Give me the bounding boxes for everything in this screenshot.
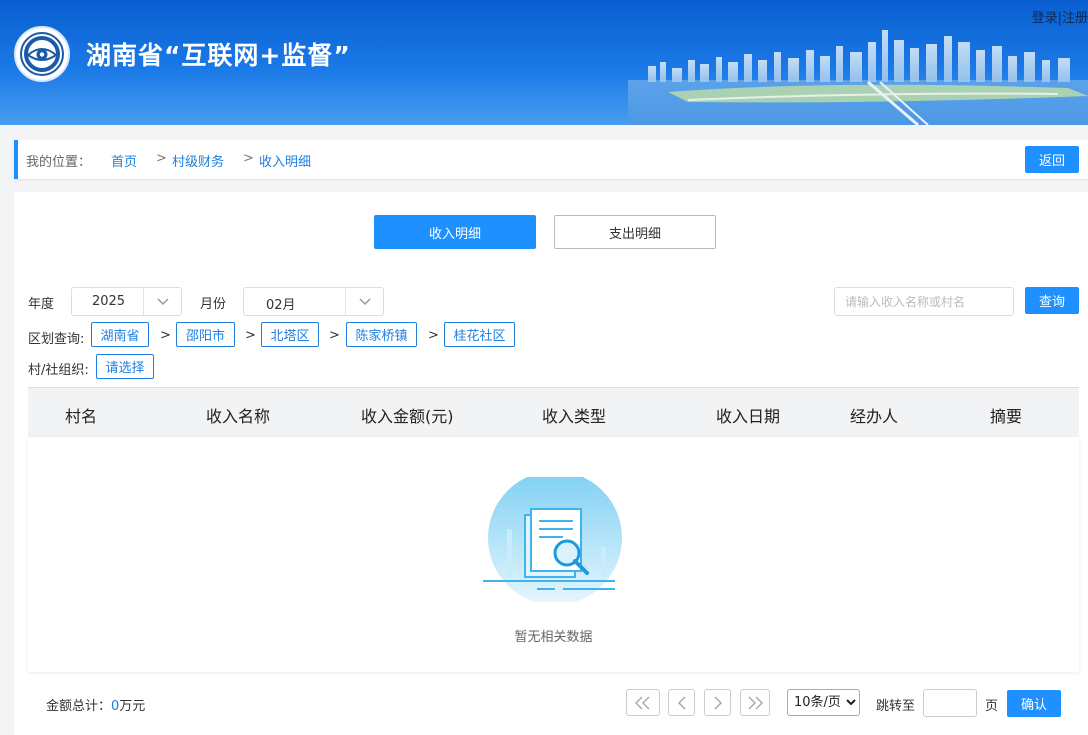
breadcrumb-village-finance[interactable]: 村级财务 [172,151,224,170]
search-input[interactable] [834,287,1014,316]
amount-total: 金额总计：0万元 [46,695,145,714]
tab-expense-detail[interactable]: 支出明细 [554,215,716,249]
query-button[interactable]: 查询 [1025,287,1079,314]
breadcrumb-separator: > [243,151,254,166]
breadcrumb-separator: > [156,151,167,166]
year-select[interactable]: 2025 [71,287,182,316]
month-label: 月份 [200,297,227,312]
tab-income-detail[interactable]: 收入明细 [374,215,536,249]
site-header: 湖南省“互联网+监督” 登录|注册 [0,0,1088,125]
empty-state-text: 暂无相关数据 [514,630,593,645]
org-label: 村/社组织: [28,363,89,378]
table-header: 村名 收入名称 收入金额(元) 收入类型 收入日期 经办人 摘要 [28,387,1079,437]
page-size-select[interactable]: 10条/页 [787,689,860,716]
page-unit-label: 页 [985,699,999,714]
next-page-button[interactable] [704,689,731,716]
region-chip-district[interactable]: 北塔区 [261,322,319,347]
month-select[interactable]: 02月 [243,287,384,316]
region-separator: > [245,328,256,343]
column-header-handler: 经办人 [850,407,899,426]
site-title: 湖南省“互联网+监督” [86,41,351,70]
column-header-income-name: 收入名称 [206,407,271,426]
year-label: 年度 [28,297,55,312]
chevron-left-icon [677,695,686,710]
chevron-down-icon [143,288,181,315]
table-body: 暂无相关数据 [28,437,1079,672]
jump-label: 跳转至 [876,699,916,714]
region-chip-community[interactable]: 桂花社区 [444,322,515,347]
breadcrumb: 我的位置： 首页 > 村级财务 > 收入明细 返回 [14,140,1088,179]
total-label: 金额总计： [46,699,112,714]
eye-emblem-icon [20,32,64,76]
chevron-down-icon [345,288,383,315]
breadcrumb-label: 我的位置： [26,155,92,170]
city-skyline-illustration [628,30,1088,125]
breadcrumb-income-detail[interactable]: 收入明细 [259,151,311,170]
last-page-button[interactable] [740,689,770,716]
back-button[interactable]: 返回 [1025,146,1079,173]
column-header-income-type: 收入类型 [542,407,607,426]
region-separator: > [428,328,439,343]
month-value: 02月 [266,298,296,313]
chevron-right-icon [713,695,722,710]
region-separator: > [329,328,340,343]
org-select-button[interactable]: 请选择 [96,354,154,379]
region-chip-town[interactable]: 陈家桥镇 [346,322,417,347]
column-header-income-date: 收入日期 [716,407,781,426]
region-chip-city[interactable]: 邵阳市 [176,322,235,347]
double-chevron-left-icon [634,695,650,710]
region-chip-province[interactable]: 湖南省 [91,322,149,347]
main-panel: 收入明细 支出明细 年度 2025 月份 02月 查询 区划查询: 湖南省 > … [14,192,1088,735]
column-header-income-amount: 收入金额(元) [361,407,454,426]
column-header-summary: 摘要 [990,407,1023,426]
double-chevron-right-icon [748,695,764,710]
no-data-icon [483,477,622,602]
jump-page-input[interactable] [923,689,977,717]
site-logo [14,26,70,82]
breadcrumb-home[interactable]: 首页 [111,151,137,170]
prev-page-button[interactable] [668,689,695,716]
year-value: 2025 [91,294,126,309]
column-header-village: 村名 [65,407,98,426]
total-unit: 万元 [119,699,146,714]
confirm-button[interactable]: 确认 [1007,690,1061,717]
region-separator: > [160,328,171,343]
first-page-button[interactable] [626,689,660,716]
region-label: 区划查询: [28,332,85,347]
